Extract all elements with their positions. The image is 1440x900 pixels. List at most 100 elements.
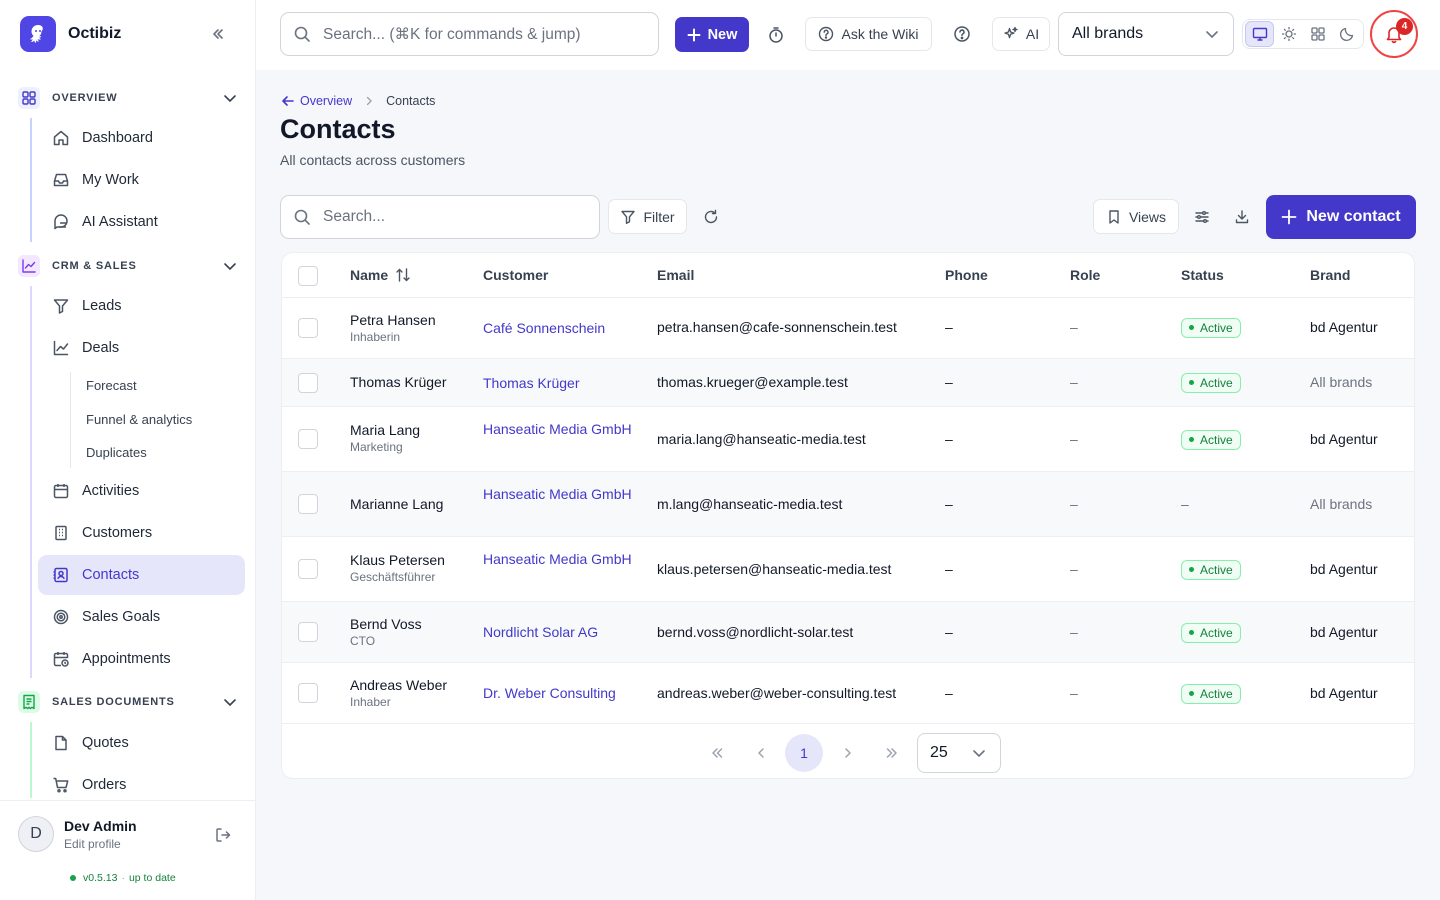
user-name[interactable]: Dev Admin	[64, 818, 137, 834]
status-cell: Active	[1181, 683, 1241, 704]
table-row[interactable]: Klaus Petersen Geschäftsführer Hanseatic…	[282, 536, 1414, 601]
grid-icon	[18, 87, 40, 109]
row-checkbox[interactable]	[298, 318, 318, 338]
previous-page-icon[interactable]	[742, 734, 780, 772]
moon-icon[interactable]	[1332, 21, 1361, 47]
table-row[interactable]: Maria Lang Marketing Hanseatic Media Gmb…	[282, 406, 1414, 471]
contact-name[interactable]: Marianne Lang	[350, 496, 443, 512]
new-contact-button[interactable]: New contact	[1266, 195, 1416, 239]
table-row[interactable]: Marianne Lang Hanseatic Media GmbH m.lan…	[282, 471, 1414, 536]
sidebar-item-activities[interactable]: Activities	[38, 471, 245, 511]
sidebar-item-sales-goals[interactable]: Sales Goals	[38, 597, 245, 637]
sidebar-item-orders[interactable]: Orders	[38, 765, 245, 798]
new-button[interactable]: New	[675, 17, 749, 52]
column-header-brand[interactable]: Brand	[1310, 267, 1350, 283]
section-crm-sales[interactable]: CRM & SALES	[18, 254, 240, 278]
first-page-icon[interactable]	[698, 734, 736, 772]
customer-link[interactable]: Café Sonnenschein	[483, 318, 633, 338]
sun-icon[interactable]	[1274, 21, 1303, 47]
column-header-role[interactable]: Role	[1070, 267, 1100, 283]
table-row[interactable]: Bernd Voss CTO Nordlicht Solar AG bernd.…	[282, 601, 1414, 662]
status-dot-icon	[1189, 630, 1194, 635]
global-search-input[interactable]: Search... (⌘K for commands & jump)	[280, 12, 659, 56]
page-size-select[interactable]: 25	[917, 733, 1001, 773]
download-icon[interactable]	[1227, 202, 1257, 232]
section-label: OVERVIEW	[52, 92, 118, 104]
table-row[interactable]: Thomas Krüger Thomas Krüger thomas.krueg…	[282, 358, 1414, 406]
select-all-checkbox[interactable]	[298, 266, 318, 286]
row-checkbox[interactable]	[298, 559, 318, 579]
contact-name[interactable]: Petra Hansen	[350, 312, 436, 328]
contact-name[interactable]: Thomas Krüger	[350, 374, 446, 390]
sliders-icon[interactable]	[1187, 202, 1217, 232]
collapse-sidebar-icon[interactable]	[206, 22, 230, 46]
sidebar-item-appointments[interactable]: Appointments	[38, 639, 245, 679]
section-overview[interactable]: OVERVIEW	[18, 86, 240, 110]
status-cell: –	[1181, 496, 1189, 512]
row-checkbox[interactable]	[298, 429, 318, 449]
grid-layout-icon[interactable]	[1303, 21, 1332, 47]
column-header-email[interactable]: Email	[657, 267, 694, 283]
row-checkbox[interactable]	[298, 373, 318, 393]
ai-button[interactable]: AI	[992, 17, 1050, 51]
page-size-value: 25	[930, 744, 948, 761]
customer-link[interactable]: Hanseatic Media GmbH	[483, 549, 633, 569]
sidebar-item-label: Quotes	[82, 735, 129, 751]
edit-profile-link[interactable]: Edit profile	[64, 837, 121, 851]
column-header-phone[interactable]: Phone	[945, 267, 988, 283]
sidebar-subitem-duplicates[interactable]: Duplicates	[86, 440, 147, 464]
notifications-button[interactable]: 4	[1370, 10, 1418, 58]
filter-button[interactable]: Filter	[608, 199, 687, 234]
views-button[interactable]: Views	[1093, 199, 1179, 234]
brand[interactable]: Octibiz	[20, 16, 121, 52]
contact-name[interactable]: Klaus Petersen	[350, 552, 445, 568]
monitor-icon[interactable]	[1245, 21, 1274, 47]
section-sales-documents[interactable]: SALES DOCUMENTS	[18, 690, 240, 714]
page-button-current[interactable]: 1	[785, 734, 823, 772]
brand-select[interactable]: All brands	[1058, 12, 1234, 56]
avatar[interactable]: D	[18, 816, 54, 852]
sidebar-item-ai-assistant[interactable]: AI Assistant	[38, 202, 245, 242]
ask-wiki-button[interactable]: Ask the Wiki	[805, 17, 932, 51]
contact-name[interactable]: Andreas Weber	[350, 677, 447, 693]
customer-link[interactable]: Nordlicht Solar AG	[483, 622, 633, 642]
sidebar-item-dashboard[interactable]: Dashboard	[38, 118, 245, 158]
row-checkbox[interactable]	[298, 622, 318, 642]
table-row[interactable]: Andreas Weber Inhaber Dr. Weber Consulti…	[282, 662, 1414, 723]
contact-name[interactable]: Bernd Voss	[350, 616, 422, 632]
status-badge: Active	[1181, 559, 1241, 580]
stopwatch-icon[interactable]	[761, 20, 791, 50]
row-checkbox[interactable]	[298, 683, 318, 703]
table-row[interactable]: Petra Hansen Inhaberin Café Sonnenschein…	[282, 297, 1414, 358]
email-cell: klaus.petersen@hanseatic-media.test	[657, 561, 892, 577]
status-cell: Active	[1181, 559, 1241, 580]
breadcrumb-overview-link[interactable]: Overview	[280, 93, 352, 109]
contact-name-cell: Andreas Weber Inhaber	[350, 677, 447, 709]
sidebar-subitem-forecast[interactable]: Forecast	[86, 373, 137, 397]
customer-link[interactable]: Hanseatic Media GmbH	[483, 484, 633, 504]
customer-link[interactable]: Hanseatic Media GmbH	[483, 419, 633, 439]
column-header-customer[interactable]: Customer	[483, 267, 548, 283]
role-cell: –	[1070, 624, 1078, 640]
next-page-icon[interactable]	[829, 734, 867, 772]
sidebar-item-quotes[interactable]: Quotes	[38, 723, 245, 763]
brand-cell: bd Agentur	[1310, 624, 1378, 640]
customer-link[interactable]: Dr. Weber Consulting	[483, 683, 633, 703]
contact-name[interactable]: Maria Lang	[350, 422, 420, 438]
column-header-status[interactable]: Status	[1181, 267, 1224, 283]
customer-link[interactable]: Thomas Krüger	[483, 373, 633, 393]
sidebar-item-contacts[interactable]: Contacts	[38, 555, 245, 595]
contacts-search-input[interactable]: Search...	[280, 195, 600, 239]
sidebar-item-leads[interactable]: Leads	[38, 286, 245, 326]
help-icon[interactable]	[947, 19, 977, 49]
last-page-icon[interactable]	[873, 734, 911, 772]
sidebar-item-my-work[interactable]: My Work	[38, 160, 245, 200]
column-header-name[interactable]: Name	[350, 267, 411, 283]
chevron-down-icon	[1206, 31, 1218, 39]
refresh-icon[interactable]	[696, 202, 726, 232]
logout-icon[interactable]	[213, 825, 233, 845]
sidebar-item-deals[interactable]: Deals	[38, 328, 245, 368]
sidebar-item-customers[interactable]: Customers	[38, 513, 245, 553]
row-checkbox[interactable]	[298, 494, 318, 514]
sidebar-subitem-funnel-analytics[interactable]: Funnel & analytics	[86, 407, 192, 431]
